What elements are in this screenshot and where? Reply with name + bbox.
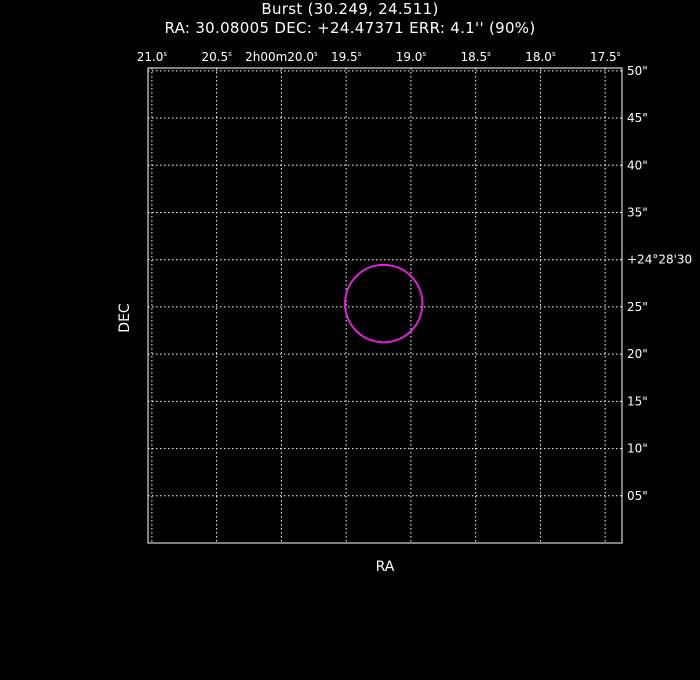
- y-tick-label: 10": [627, 442, 648, 456]
- y-axis-label: DEC: [117, 303, 133, 333]
- plot-area: 21.0s 20.5s 2h00m20.0s 19.5s 19.0s 18.5s 18.0s…: [137, 50, 692, 544]
- x-tick-label: 17.5s: [590, 50, 621, 64]
- x-axis-label: RA: [375, 559, 395, 575]
- x-tick-label: 19.0s: [396, 50, 427, 64]
- error-circle: [343, 263, 424, 344]
- x-tick-label: 19.5s: [331, 50, 362, 64]
- y-tick-label: +24°28'30: [627, 253, 692, 267]
- y-tick-label: 05": [627, 489, 648, 503]
- y-tick-label: 50": [627, 64, 648, 78]
- y-tick-label: 35": [627, 205, 648, 219]
- y-tick-label: 15": [627, 394, 648, 408]
- y-tick-label: 45": [627, 111, 648, 125]
- x-tick-label: 21.0s: [137, 50, 168, 64]
- y-tick-label: 20": [627, 347, 648, 361]
- x-tick-label: 2h00m20.0s: [245, 50, 318, 64]
- x-tick-label: 18.5s: [460, 50, 491, 64]
- y-tick-label: 25": [627, 300, 648, 314]
- y-tick-label: 40": [627, 158, 648, 172]
- x-tick-label: 18.0s: [525, 50, 556, 64]
- x-tick-label: 20.5s: [201, 50, 232, 64]
- plot-frame: [147, 67, 623, 544]
